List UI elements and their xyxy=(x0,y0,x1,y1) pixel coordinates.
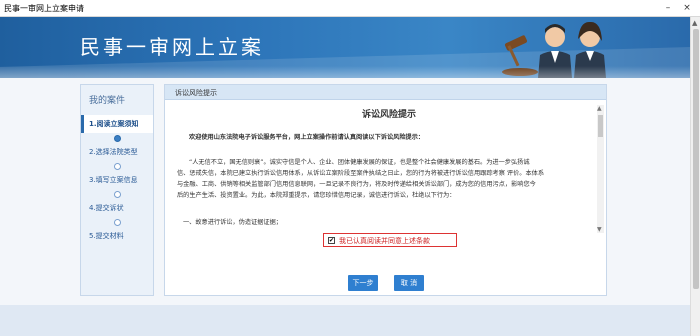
sidebar-item-read-notice[interactable]: 1.阅读立案须知 xyxy=(81,115,153,133)
window-title: 民事一审网上立案申请 xyxy=(4,4,84,13)
close-icon[interactable]: × xyxy=(680,1,694,15)
minimize-icon[interactable]: – xyxy=(661,1,675,15)
notice-paragraph: “人无信不立，国无信则衰”。诚实守信是个人、企业、团体健康发展的保证，也是整个社… xyxy=(189,159,530,166)
main-panel: 诉讼风险提示 诉讼风险提示 欢迎使用山东法院电子诉讼服务平台，网上立案操作前请认… xyxy=(164,84,607,296)
sidebar-item-submit-complaint[interactable]: 4.提交诉状 xyxy=(81,199,153,217)
content-scrollbar[interactable]: ▲ ▼ xyxy=(597,105,604,233)
agree-terms-checkbox[interactable]: ✔ 我已认真阅读并同意上述条款 xyxy=(323,233,457,247)
checkbox-checked-icon[interactable]: ✔ xyxy=(328,237,335,244)
footer-band xyxy=(0,305,690,336)
scroll-up-icon[interactable]: ▲ xyxy=(692,19,697,27)
content-scroll-thumb[interactable] xyxy=(598,115,603,137)
notice-paragraph: 后的生产生活、投资置业。为此，本院郑重提示，请您珍惜信用记录，诚信进行诉讼，杜绝… xyxy=(177,192,456,199)
notice-paragraph: 与金融、工商、供销等相关监管部门信用信息联网，一旦记录不良行为，将及时传递给相关… xyxy=(177,181,536,188)
sidebar-title: 我的案件 xyxy=(89,96,126,106)
next-button[interactable]: 下一步 xyxy=(348,275,378,291)
step-dot-icon xyxy=(114,135,121,142)
panel-header: 诉讼风险提示 xyxy=(165,85,606,100)
header-banner: 民事一审网上立案 xyxy=(0,17,690,78)
sidebar: 我的案件 1.阅读立案须知 2.选择法院类型 3.填写立案信息 4.提交诉状 5… xyxy=(80,84,154,296)
window-title-bar: 民事一审网上立案申请 – × xyxy=(0,0,700,17)
notice-paragraph: 信、惩戒失信，本院已建立执行诉讼信用体系，从诉讼立案阶段至案件执结之日止，您的行… xyxy=(177,170,545,177)
sidebar-item-court-type[interactable]: 2.选择法院类型 xyxy=(81,143,153,161)
sidebar-item-case-info[interactable]: 3.填写立案信息 xyxy=(81,171,153,189)
banner-title: 民事一审网上立案 xyxy=(80,35,264,59)
notice-intro: 欢迎使用山东法院电子诉讼服务平台，网上立案操作前请认真阅读以下诉讼风险提示： xyxy=(189,134,425,141)
notice-title: 诉讼风险提示 xyxy=(361,110,416,120)
sidebar-item-submit-materials[interactable]: 5.提交材料 xyxy=(81,227,153,245)
scrollbar-thumb[interactable] xyxy=(693,29,699,289)
step-dot-icon xyxy=(114,163,121,170)
cancel-button[interactable]: 取 消 xyxy=(394,275,424,291)
risk-notice-content: 诉讼风险提示 欢迎使用山东法院电子诉讼服务平台，网上立案操作前请认真阅读以下诉讼… xyxy=(177,105,597,225)
step-dot-icon xyxy=(114,219,121,226)
scroll-down-icon[interactable]: ▼ xyxy=(597,226,602,233)
panel-header-label: 诉讼风险提示 xyxy=(175,89,217,97)
scroll-up-icon[interactable]: ▲ xyxy=(597,105,602,112)
notice-item: 一、故意进行诉讼，伪造证据证据； xyxy=(183,219,282,225)
step-dot-icon xyxy=(114,191,121,198)
page-scrollbar[interactable]: ▲ xyxy=(690,17,700,336)
agree-terms-label[interactable]: 我已认真阅读并同意上述条款 xyxy=(339,236,430,246)
